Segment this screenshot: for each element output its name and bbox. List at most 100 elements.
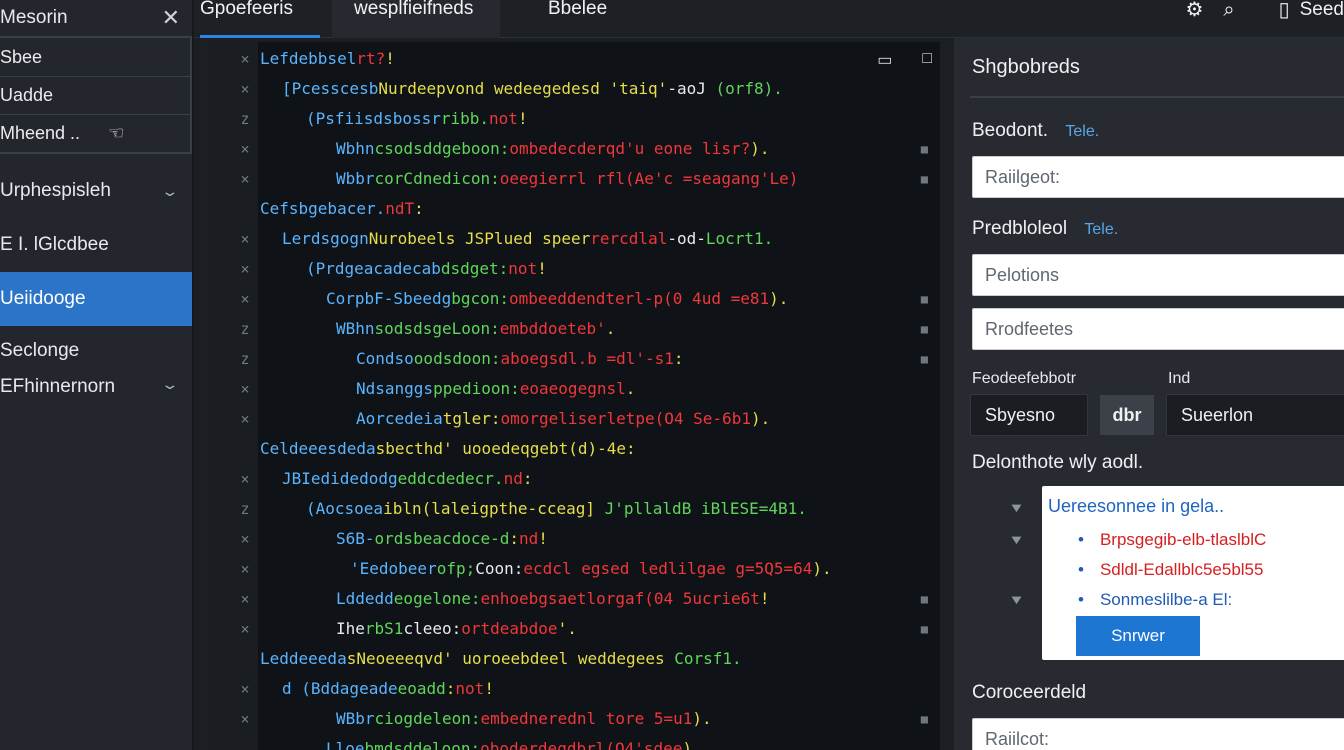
popup-button[interactable]: Snrwer xyxy=(1076,616,1200,656)
code-line[interactable]: × Ndsanggsppedioon:eoaeogegnsl. xyxy=(210,374,940,404)
select-box[interactable]: Sbyesno xyxy=(970,394,1088,436)
triangle-down-icon[interactable]: ▼ xyxy=(1008,532,1025,547)
code-token: WBhn xyxy=(336,319,375,338)
sidebar-item-2[interactable]: E I. lGlcdbee xyxy=(0,218,192,272)
code-line[interactable]: × WBbrciogdeleon:embednerednl tore 5=u1).… xyxy=(210,704,940,734)
gutter-marker-icon[interactable]: × xyxy=(238,134,252,164)
gutter-marker-icon[interactable]: z xyxy=(238,314,252,344)
code-line[interactable]: × Wbhncsodsddgeboon:ombedecderqd'u eone l… xyxy=(210,134,940,164)
tab-3[interactable]: Bbelee xyxy=(548,0,638,38)
code-line[interactable]: × Lefdebbselrt?! xyxy=(210,44,940,74)
line-marker-icon: ■ xyxy=(920,172,928,186)
code-line[interactable]: × WbbrcorCdnedicon:oeegierrl rfl(Ae'c =se… xyxy=(210,164,940,194)
code-line[interactable]: × CorpbF-Sbeedgbgcon:ombeeddendterl-p(0 4… xyxy=(210,284,940,314)
document-icon[interactable]: ▯ xyxy=(1279,0,1290,20)
gutter-marker-icon[interactable]: × xyxy=(238,614,252,644)
code-token: Lloe xyxy=(326,739,365,750)
sidebar-box-row[interactable]: Sbee xyxy=(0,38,190,76)
gutter-marker-icon[interactable]: z xyxy=(238,344,252,374)
code-line[interactable]: Cefsbgebacer.ndT: xyxy=(210,194,940,224)
code-token: csodsddgeboon: xyxy=(374,139,510,158)
text-field-3[interactable]: Rrodfeetes xyxy=(972,308,1344,350)
gutter-marker-icon[interactable]: × xyxy=(238,704,252,734)
code-line[interactable]: Celdeeesdedasbecthd' uooedeqgebt(d)-4e: xyxy=(210,434,940,464)
section-heading: Coroceerdeld xyxy=(972,682,1087,703)
code-line[interactable]: z (Psfiisdsbossrribb.not! xyxy=(210,104,940,134)
select-button[interactable]: dbr xyxy=(1100,395,1154,435)
close-icon[interactable]: ✕ xyxy=(162,5,180,31)
gutter-marker-icon[interactable]: × xyxy=(238,524,252,554)
triangle-down-icon[interactable]: ▼ xyxy=(1008,500,1025,515)
gear-icon[interactable]: ⚙ xyxy=(1185,0,1203,20)
code-line[interactable]: × JBIedidedodgeddcdedecr.nd: xyxy=(210,464,940,494)
code-text: WBhnsodsdsgeLoon:embddoeteb'. xyxy=(336,314,615,344)
text-field-2[interactable]: Pelotions xyxy=(972,254,1344,296)
triangle-down-icon[interactable]: ▼ xyxy=(1008,592,1025,607)
gutter-marker-icon[interactable]: × xyxy=(238,554,252,584)
gutter-marker-icon[interactable]: × xyxy=(238,464,252,494)
line-marker-icon: ■ xyxy=(920,352,928,366)
gutter-marker-icon[interactable]: × xyxy=(238,254,252,284)
code-token: sbecthd' uooedeqgebt(d)-4e xyxy=(375,439,627,458)
gutter-marker-icon[interactable]: × xyxy=(238,584,252,614)
code-token: nd xyxy=(519,529,539,548)
code-token: : xyxy=(522,469,533,488)
code-token: not xyxy=(489,109,518,128)
code-text: (Psfiisdsbossrribb.not! xyxy=(306,104,528,134)
code-line[interactable]: z WBhnsodsdsgeLoon:embddoeteb'. ■ xyxy=(210,314,940,344)
gutter-marker-icon[interactable]: × xyxy=(238,284,252,314)
seed-label[interactable]: Seed xyxy=(1300,0,1344,20)
tab-2[interactable]: wesplfieifneds xyxy=(332,0,500,38)
code-line[interactable]: Lloebmdsddeloon:oboderdegdbrl(O4'sdee). xyxy=(210,734,940,750)
sidebar-item-3-active[interactable]: Ueiidooge xyxy=(0,272,192,326)
code-line[interactable]: z (Aocsoeaibln(laleigpthe-cceag] J'pllald… xyxy=(210,494,940,524)
code-line[interactable]: × S6B-ordsbeacdoce-d:nd! xyxy=(210,524,940,554)
text-field-1[interactable]: Raiilgeot: xyxy=(972,156,1344,198)
code-line[interactable]: × IherbS1cleeo:ortdeabdoe'. ■ xyxy=(210,614,940,644)
code-token: Lddedd xyxy=(336,589,394,608)
gutter-marker-icon[interactable]: × xyxy=(238,164,252,194)
code-line[interactable]: × [PcesscesbNurdeepvond wedeegedesd 'taiq… xyxy=(210,74,940,104)
code-line[interactable]: × LerdsgognNurobeels JSPlued speerrercdla… xyxy=(210,224,940,254)
sidebar-item-5[interactable]: EFhinnernorn ⌄ xyxy=(0,376,192,416)
code-line[interactable]: × (Prdgeacadecabdsdget:not! xyxy=(210,254,940,284)
code-text: Lefdebbselrt?! xyxy=(260,44,395,74)
gutter-marker-icon[interactable]: × xyxy=(238,404,252,434)
code-token: Locrt1. xyxy=(705,229,774,248)
code-line[interactable]: × 'Eedobeerofp;Coon:ecdcl egsed ledlilgae… xyxy=(210,554,940,584)
gutter-marker-icon[interactable]: × xyxy=(238,44,252,74)
sidebar-box-row[interactable]: Mheend .. ☜ xyxy=(0,114,190,152)
popup-item[interactable]: • Brpsgegib-elb-tlaslblC xyxy=(1078,530,1266,550)
popup-item[interactable]: • Sdldl-Edallblc5e5bl55 xyxy=(1078,560,1263,580)
code-line[interactable]: × Lddeddeogelone:enhoebgsaetlorgaf(04 5uc… xyxy=(210,584,940,614)
sidebar-item-1[interactable]: Urphespisleh ⌄ xyxy=(0,164,192,218)
code-token: ! xyxy=(759,589,770,608)
code-line[interactable]: LeddeeedasNeoeeeqvd' uoroeebdeel weddege… xyxy=(210,644,940,674)
code-token: Ndsanggs xyxy=(356,379,434,398)
code-text: Aorcedeiatgler:omorgeliserletpe(O4 Se-6b… xyxy=(356,404,770,434)
tab-label: Gpoefeeris xyxy=(200,0,293,19)
select-box-right[interactable]: Sueerlon xyxy=(1166,394,1344,436)
sidebar-box-row[interactable]: Uadde xyxy=(0,76,190,114)
code-line[interactable]: × d (Bddageadeeoadd:not! xyxy=(210,674,940,704)
search-icon[interactable]: ⌕ xyxy=(1223,0,1234,20)
gutter-marker-icon[interactable]: z xyxy=(238,494,252,524)
gutter-marker-icon[interactable]: × xyxy=(238,374,252,404)
sidebar-item-4[interactable]: Seclonge xyxy=(0,326,192,376)
select-label: Ind xyxy=(1168,370,1191,387)
text-field-4[interactable]: Raiilcot: xyxy=(972,718,1344,750)
popup-item[interactable]: • Sonmeslilbe-a El: xyxy=(1078,590,1232,610)
sidebar-item-label: Ueiidooge xyxy=(0,288,86,309)
code-token: (Aocsoea xyxy=(306,499,384,518)
code-token: '. xyxy=(557,619,577,638)
code-line[interactable]: × Aorcedeiatgler:omorgeliserletpe(O4 Se-6… xyxy=(210,404,940,434)
gutter-marker-icon[interactable]: × xyxy=(238,74,252,104)
code-editor[interactable]: ▭ □ × Lefdebbselrt?! × [PcesscesbNurdeepvon… xyxy=(210,42,940,750)
gutter-marker-icon[interactable]: × xyxy=(238,224,252,254)
code-line[interactable]: z Condsooodsdoon:aboegsdl.b =dl'-s1: ■ xyxy=(210,344,940,374)
code-token: ). xyxy=(682,739,702,750)
gutter-marker-icon[interactable]: × xyxy=(238,674,252,704)
gutter-marker-icon[interactable]: z xyxy=(238,104,252,134)
tab-1[interactable]: Gpoefeeris xyxy=(200,0,320,38)
sidebar: Mesorin ✕ Sbee Uadde Mheend .. ☜ Urphesp… xyxy=(0,0,194,750)
